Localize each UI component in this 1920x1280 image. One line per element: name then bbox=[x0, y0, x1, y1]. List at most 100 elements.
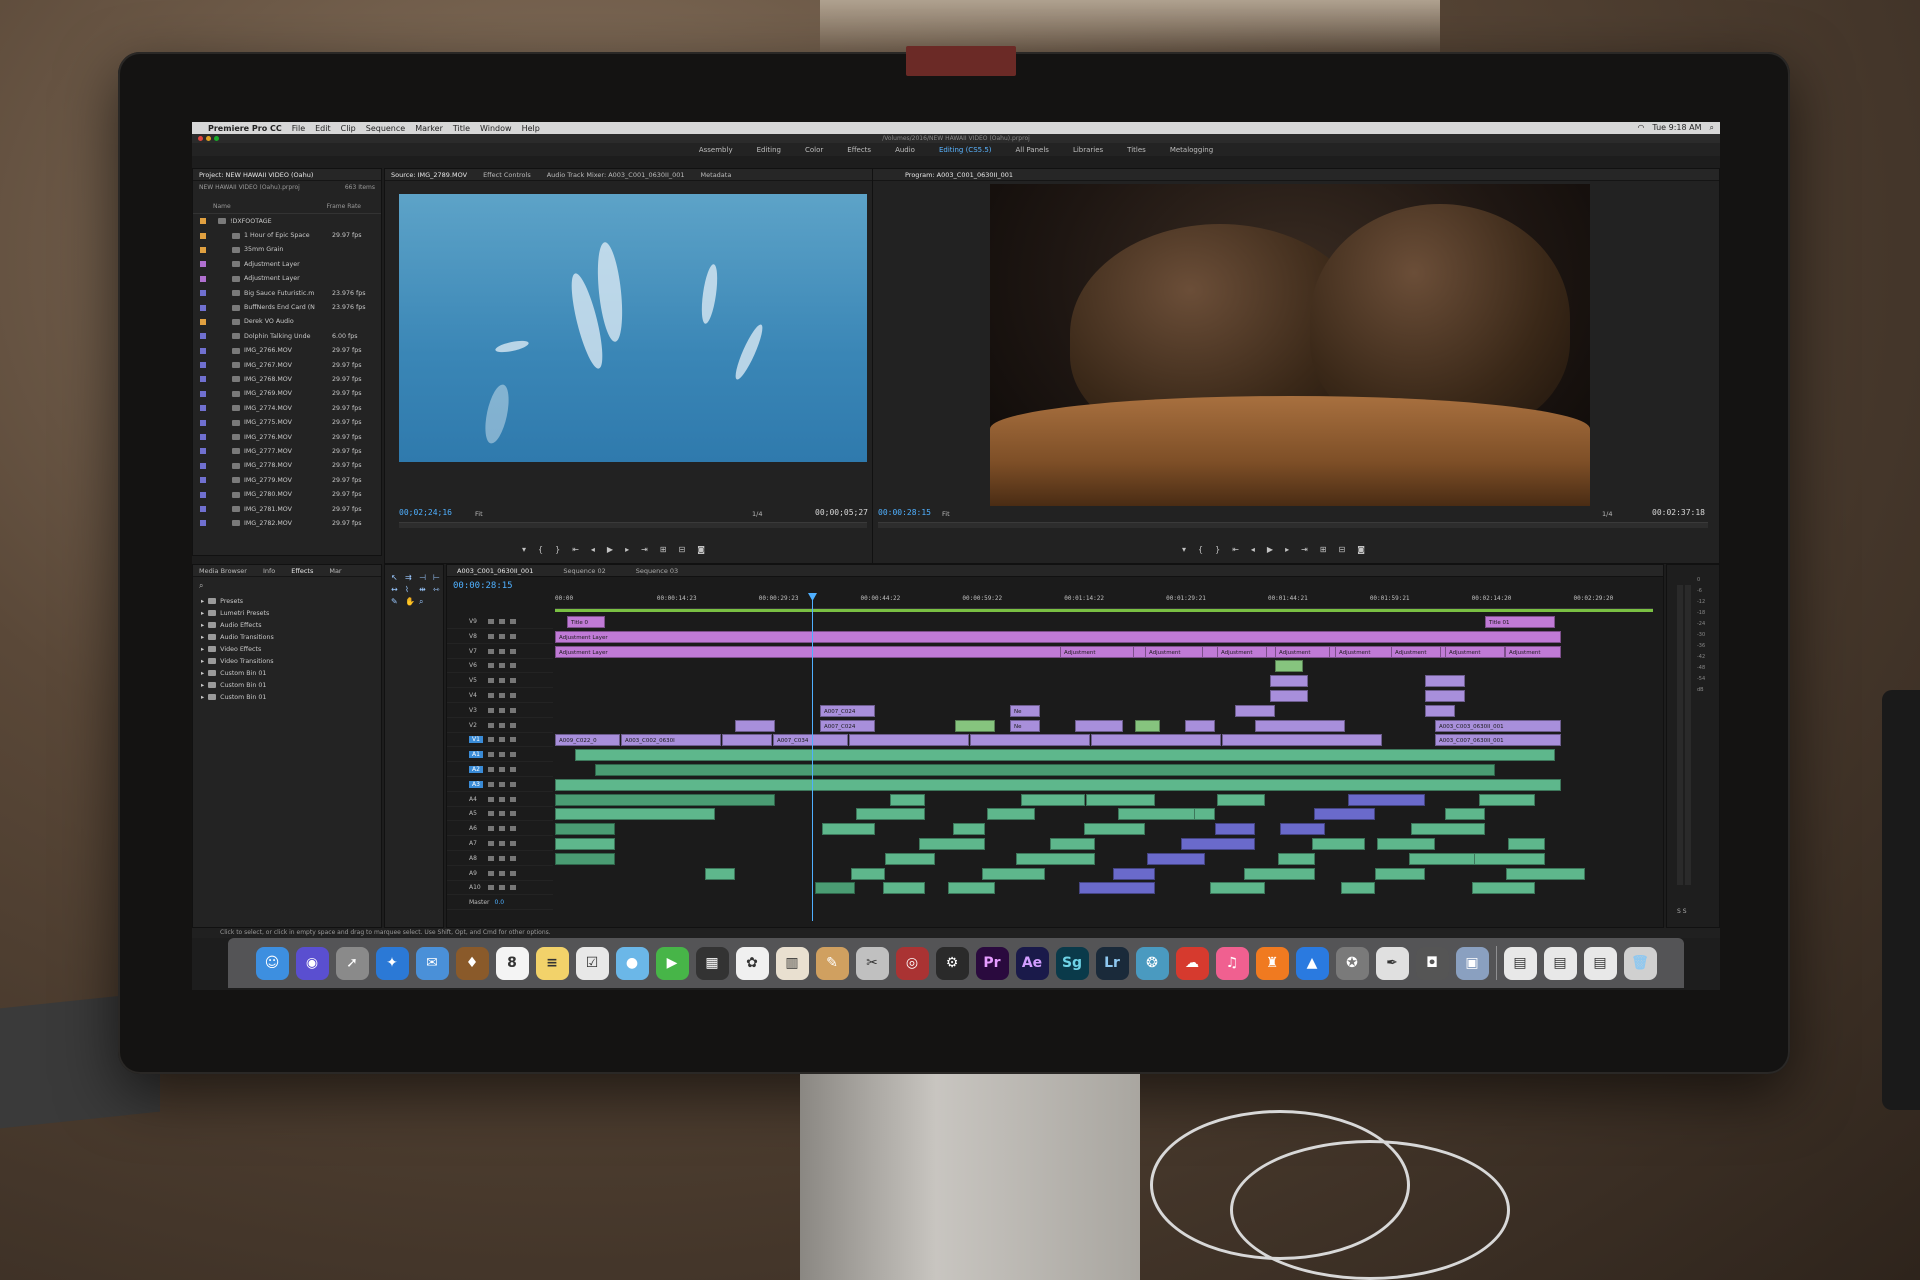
lock-icon[interactable] bbox=[488, 826, 494, 832]
project-item[interactable]: Big Sauce Futuristic.m 23.976 fps bbox=[193, 286, 381, 300]
mark-in-icon[interactable]: { bbox=[1198, 545, 1203, 554]
project-item[interactable]: IMG_2767.MOV 29.97 fps bbox=[193, 358, 381, 372]
project-item[interactable]: IMG_2777.MOV 29.97 fps bbox=[193, 444, 381, 458]
project-item[interactable]: IMG_2768.MOV 29.97 fps bbox=[193, 372, 381, 386]
timeline-clip[interactable] bbox=[1185, 719, 1215, 732]
razor-tool-icon[interactable]: ⌇ bbox=[405, 585, 415, 594]
timeline-clip[interactable] bbox=[982, 867, 1045, 880]
timeline-clip[interactable] bbox=[555, 793, 775, 806]
compressor-icon[interactable]: ⚙ bbox=[935, 946, 969, 980]
document-1-icon[interactable]: ▤ bbox=[1503, 946, 1537, 980]
track-header-a5[interactable]: A5 bbox=[447, 807, 553, 822]
sync-lock-icon[interactable] bbox=[499, 841, 505, 846]
app-store-icon[interactable]: ▲ bbox=[1295, 946, 1329, 980]
safari-icon[interactable]: ✦ bbox=[375, 946, 409, 980]
track-label[interactable]: A8 bbox=[469, 855, 483, 862]
timeline-clip[interactable] bbox=[1472, 882, 1535, 895]
timeline-clip[interactable] bbox=[1091, 734, 1221, 747]
timeline-clip[interactable] bbox=[822, 823, 875, 836]
disclosure-arrow-icon[interactable]: ▸ bbox=[201, 598, 204, 605]
add-marker-icon[interactable]: ▾ bbox=[522, 545, 526, 554]
hand-tool-icon[interactable]: ✋ bbox=[405, 597, 415, 607]
track-header-master[interactable]: Master 0.0 bbox=[447, 896, 553, 911]
tab-metadata[interactable]: Metadata bbox=[701, 171, 732, 179]
disclosure-arrow-icon[interactable]: ▸ bbox=[201, 646, 204, 653]
timeline-clip[interactable] bbox=[1147, 852, 1205, 865]
track-label[interactable]: A3 bbox=[469, 780, 483, 788]
timeline-clip[interactable]: A009_C022_0 bbox=[555, 734, 620, 747]
master-volume[interactable]: 0.0 bbox=[495, 899, 505, 906]
sync-lock-icon[interactable] bbox=[499, 870, 505, 876]
finder-icon[interactable]: ☺ bbox=[255, 946, 289, 980]
timeline-clip[interactable] bbox=[849, 734, 969, 747]
eye-icon[interactable] bbox=[510, 693, 516, 698]
ibooks-icon[interactable]: ♜ bbox=[1255, 946, 1289, 980]
timeline-clip[interactable] bbox=[1508, 838, 1545, 850]
timeline-clip[interactable] bbox=[555, 823, 615, 836]
lock-icon[interactable] bbox=[488, 841, 494, 846]
timeline-clip[interactable]: Adjustment bbox=[1505, 645, 1561, 658]
timeline-clip[interactable] bbox=[1445, 808, 1485, 821]
menu-title[interactable]: Title bbox=[453, 124, 470, 133]
launchpad-icon[interactable]: ➚ bbox=[335, 946, 369, 980]
project-item[interactable]: BuffNerds End Card (N 23.976 fps bbox=[193, 300, 381, 314]
disclosure-arrow-icon[interactable]: ▸ bbox=[201, 682, 204, 689]
timeline-clip[interactable] bbox=[1506, 867, 1585, 880]
program-fit-select[interactable]: Fit bbox=[942, 510, 950, 518]
timeline-clip[interactable] bbox=[1079, 882, 1155, 895]
menu-clip[interactable]: Clip bbox=[341, 124, 356, 133]
sync-lock-icon[interactable] bbox=[499, 693, 505, 698]
sync-lock-icon[interactable] bbox=[499, 678, 505, 684]
sync-lock-icon[interactable] bbox=[499, 633, 505, 639]
sync-lock-icon[interactable] bbox=[499, 707, 505, 713]
timeline-clip[interactable] bbox=[955, 719, 995, 732]
track-header-a3[interactable]: A3 bbox=[447, 778, 553, 792]
timeline-clip[interactable]: Adjustment bbox=[1445, 645, 1505, 658]
timeline-clip[interactable] bbox=[555, 808, 715, 821]
slide-tool-icon[interactable]: ⇿ bbox=[433, 585, 443, 594]
track-label[interactable]: V3 bbox=[469, 707, 483, 714]
timeline-clip[interactable]: Adjustment bbox=[1060, 645, 1134, 658]
project-item[interactable]: !DXFOOTAGE bbox=[193, 214, 381, 228]
menu-marker[interactable]: Marker bbox=[415, 124, 443, 133]
track-header-a10[interactable]: A10 bbox=[447, 881, 553, 896]
track-label[interactable]: A2 bbox=[469, 766, 483, 773]
textedit-icon[interactable]: ✒ bbox=[1375, 946, 1409, 980]
track-select-tool-icon[interactable]: ⇉ bbox=[405, 573, 415, 582]
mute-icon[interactable] bbox=[510, 811, 516, 817]
keynote-icon[interactable]: ▥ bbox=[775, 946, 809, 980]
track-header-a1[interactable]: A1 bbox=[447, 748, 553, 763]
track-header-v4[interactable]: V4 bbox=[447, 689, 553, 703]
go-to-in-icon[interactable]: ⇤ bbox=[1232, 545, 1239, 554]
work-area-bar[interactable] bbox=[555, 609, 1653, 612]
tab-markers[interactable]: Mar bbox=[329, 567, 341, 575]
project-item[interactable]: IMG_2782.MOV 29.97 fps bbox=[193, 516, 381, 530]
mute-icon[interactable] bbox=[510, 855, 516, 861]
timeline-clip[interactable] bbox=[885, 852, 935, 865]
workspace-libraries[interactable]: Libraries bbox=[1073, 146, 1103, 154]
track-header-v2[interactable]: V2 bbox=[447, 719, 553, 733]
timeline-clip[interactable] bbox=[1086, 793, 1155, 806]
track-header-v5[interactable]: V5 bbox=[447, 674, 553, 689]
timeline-clip[interactable] bbox=[1084, 823, 1145, 836]
after-effects-icon[interactable]: Ae bbox=[1015, 946, 1049, 980]
timeline-clip[interactable] bbox=[1215, 823, 1255, 836]
eye-icon[interactable] bbox=[510, 633, 516, 639]
timeline-timecode[interactable]: 00:00:28:15 bbox=[453, 581, 513, 591]
track-label[interactable]: V6 bbox=[469, 662, 483, 669]
timeline-clip[interactable]: Title 01 bbox=[1485, 616, 1555, 628]
track-header-v7[interactable]: V7 bbox=[447, 645, 553, 659]
creative-cloud-sync-icon[interactable]: ❂ bbox=[1135, 946, 1169, 980]
preview-icon[interactable]: ✎ bbox=[815, 946, 849, 980]
eye-icon[interactable] bbox=[510, 648, 516, 654]
timeline-clip[interactable]: Adjustment bbox=[1335, 645, 1393, 658]
track-header-v8[interactable]: V8 bbox=[447, 630, 553, 644]
eye-icon[interactable] bbox=[510, 707, 516, 713]
effects-search-icon[interactable]: ⌕ bbox=[193, 577, 381, 595]
sync-lock-icon[interactable] bbox=[499, 722, 505, 728]
project-item[interactable]: 1 Hour of Epic Space 29.97 fps bbox=[193, 228, 381, 242]
pen-tool-icon[interactable]: ✎ bbox=[391, 597, 401, 607]
track-label[interactable]: A10 bbox=[469, 884, 483, 891]
dvd-icon[interactable]: ◎ bbox=[895, 946, 929, 980]
source-video-frame[interactable] bbox=[399, 194, 867, 462]
